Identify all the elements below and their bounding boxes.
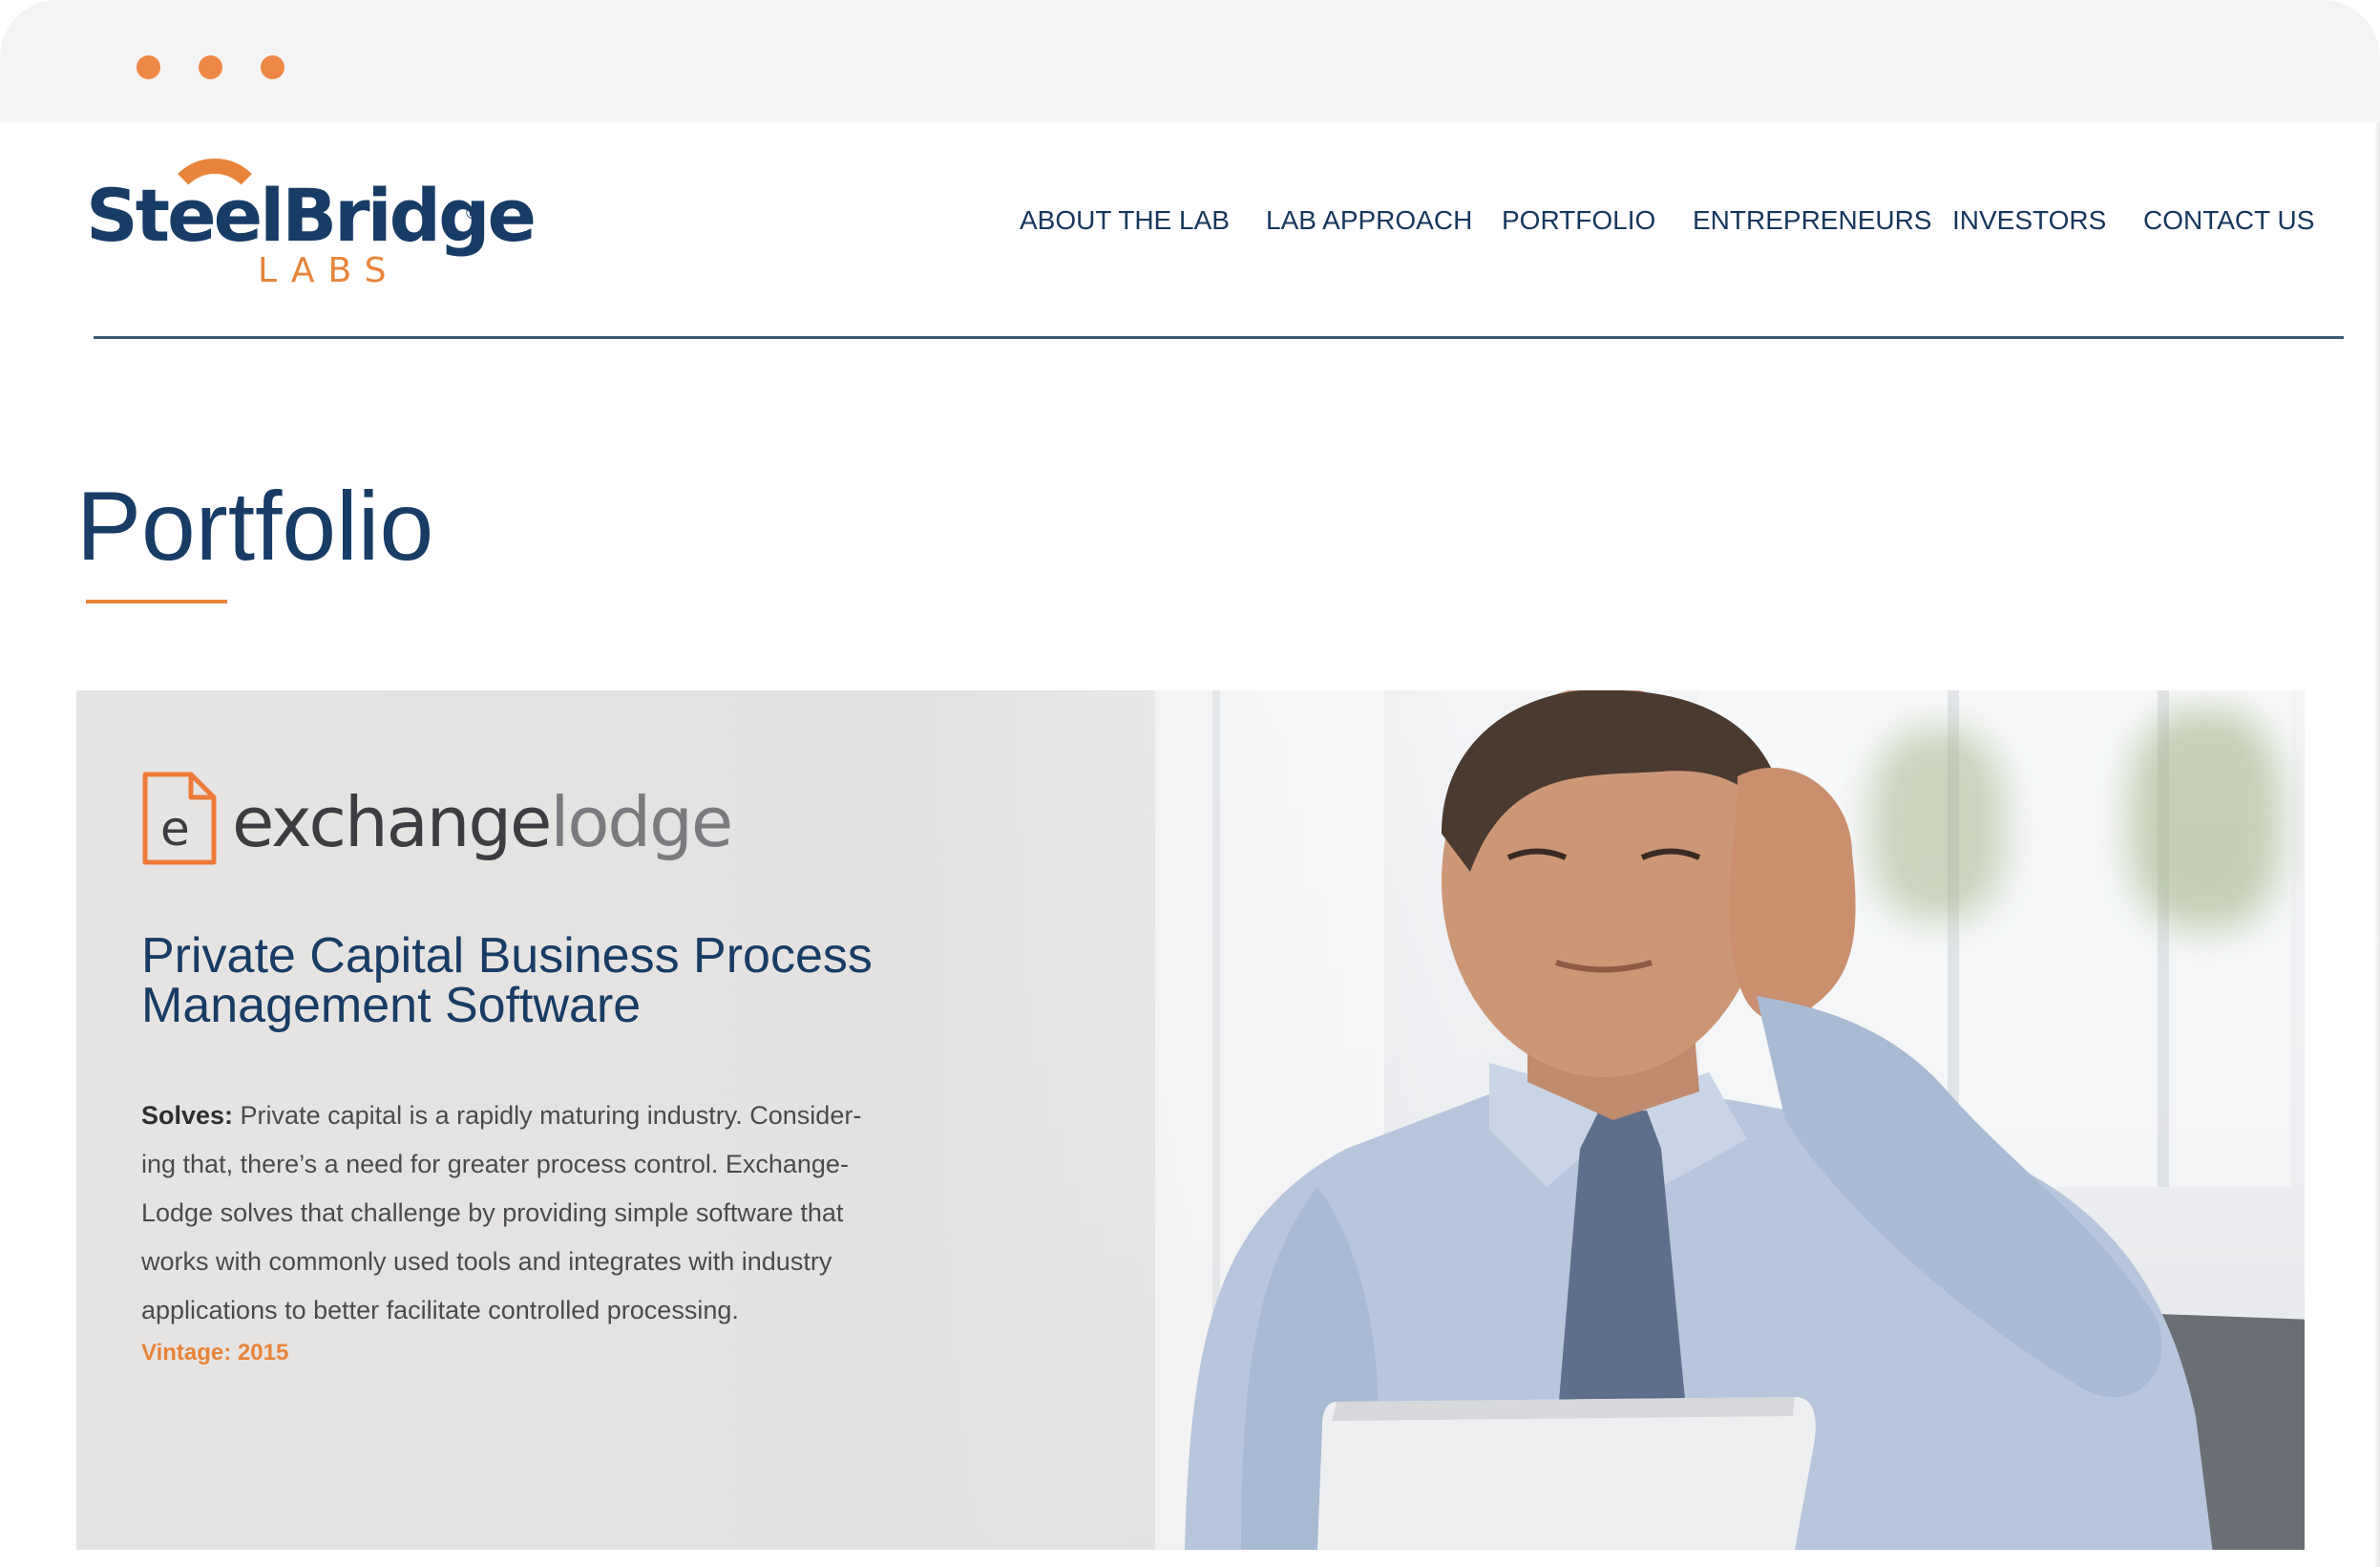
document-icon: e [142,772,217,865]
nav-portfolio[interactable]: PORTFOLIO [1502,205,1655,236]
businessman-on-phone-photo [1185,690,2305,1550]
header-divider [94,336,2344,339]
exchangelodge-wordmark: exchangelodge [232,788,733,857]
nav-about-the-lab[interactable]: ABOUT THE LAB [1020,205,1230,236]
page-title: Portfolio [76,472,434,581]
portfolio-feature-card[interactable]: e exchangelodge Private Capital Business… [76,690,2305,1550]
nav-entrepreneurs[interactable]: ENTREPRENEURS [1693,205,1931,236]
window-minimize-dot[interactable] [199,55,222,79]
window-maximize-dot[interactable] [261,55,284,79]
feature-body-label: Solves: [141,1101,234,1130]
steelbridge-logo[interactable]: SteelBridge ® LABS [86,153,537,296]
title-underline [86,600,227,604]
window-close-dot[interactable] [137,55,160,79]
browser-chrome [0,0,2380,122]
browser-window: SteelBridge ® LABS ABOUT THE LAB LAB APP… [0,0,2380,1567]
feature-heading: Private Capital Business Process Managem… [141,928,873,1033]
wordmark-exchange: exchange [232,782,552,862]
nav-contact-us[interactable]: CONTACT US [2143,205,2314,236]
hand-shape [1729,768,1856,1022]
feature-description: Solves: Private capital is a rapidly mat… [141,1091,895,1335]
nav-investors[interactable]: INVESTORS [1952,205,2106,236]
logo-icon-letter: e [160,801,190,857]
feature-vintage: Vintage: 2015 [141,1340,289,1366]
nav-lab-approach[interactable]: LAB APPROACH [1266,205,1472,236]
logo-registered-mark: ® [466,203,479,222]
feature-body-text: Private capital is a rapidly maturing in… [141,1101,862,1324]
wordmark-lodge: lodge [550,782,733,862]
exchangelodge-logo[interactable]: e exchangelodge [141,771,810,876]
logo-sub: LABS [258,251,400,290]
window-edge-shade [2374,122,2380,1567]
